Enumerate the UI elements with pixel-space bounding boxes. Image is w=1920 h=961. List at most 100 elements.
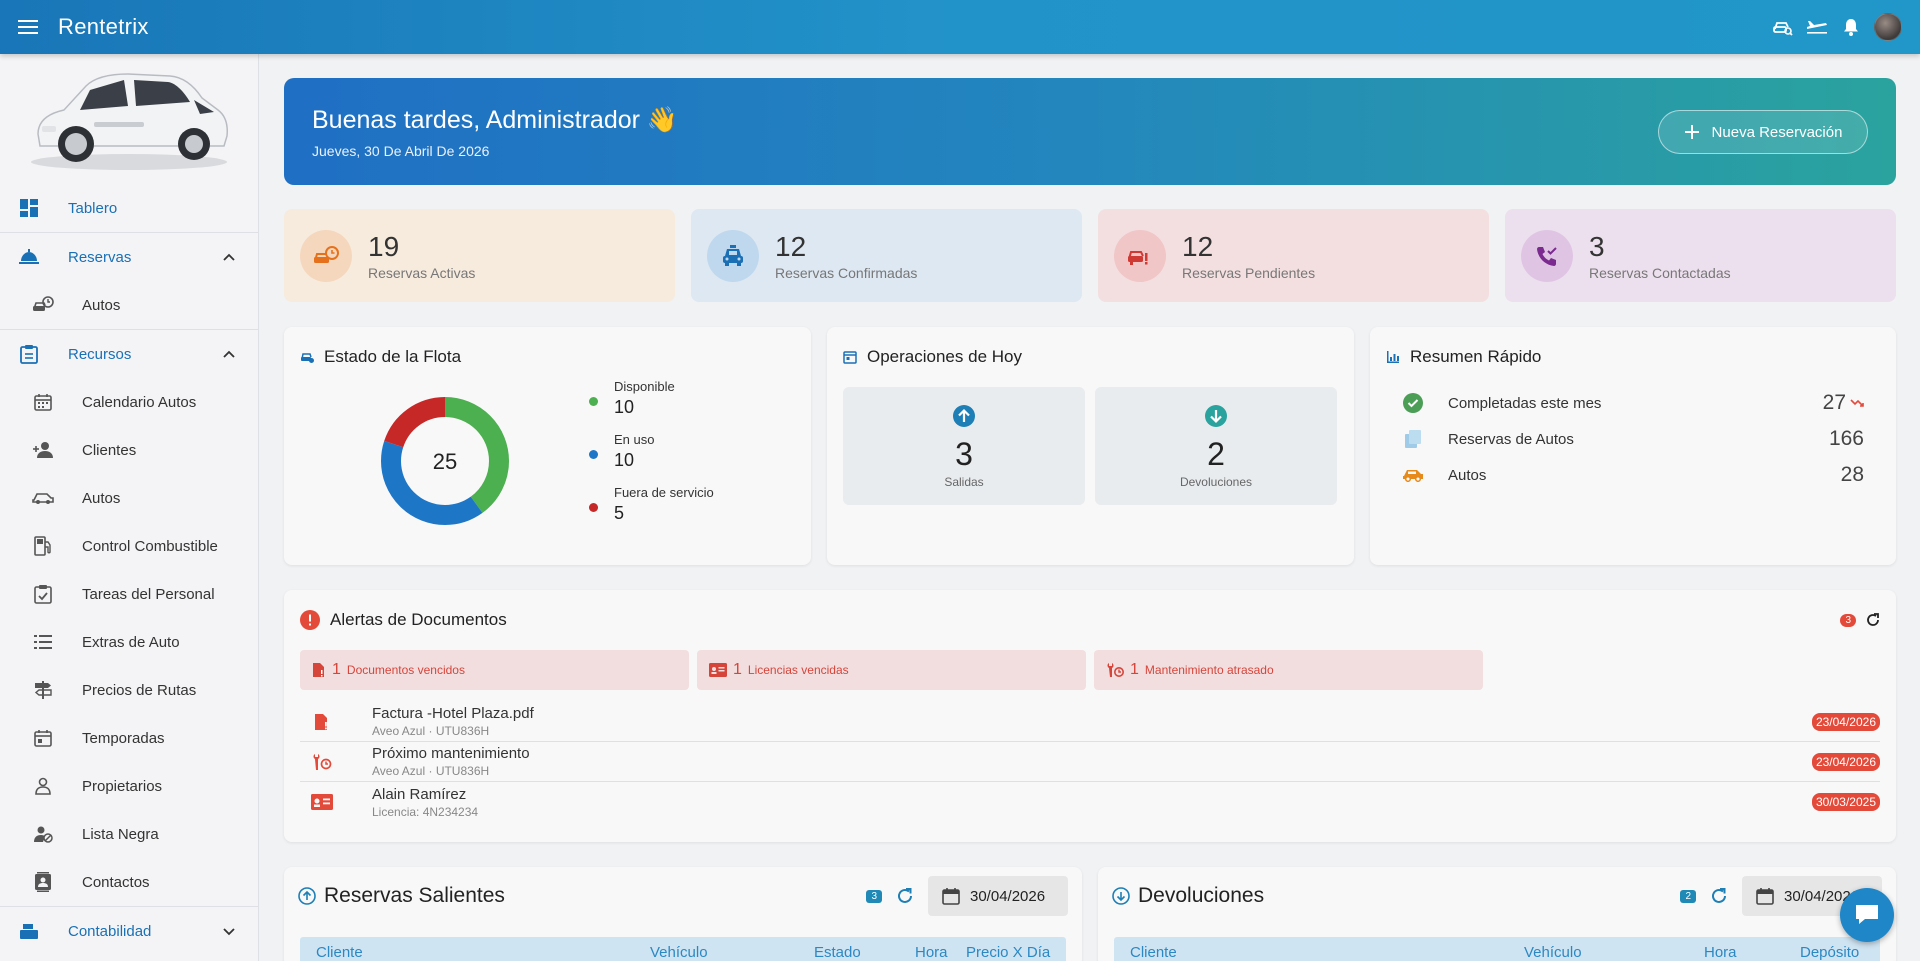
fleet-total: 25 <box>432 449 458 474</box>
stat-label: Reservas Activas <box>368 264 476 281</box>
column-header[interactable]: Precio X Día <box>966 944 1050 961</box>
sidebar-item-tablero[interactable]: Tablero <box>0 184 258 232</box>
document-alerts-card: Alertas de Documentos 3 1 Documentos venc… <box>284 590 1896 842</box>
alert-chip-expired-docs[interactable]: 1 Documentos vencidos <box>300 650 689 690</box>
stat-card-confirmadas[interactable]: 12 Reservas Confirmadas <box>691 209 1082 302</box>
sidebar-item-tareas-personal[interactable]: Tareas del Personal <box>0 570 258 618</box>
chat-button[interactable] <box>1840 888 1894 942</box>
column-header[interactable]: Vehículo <box>650 944 708 961</box>
column-header[interactable]: Vehículo <box>1524 944 1582 961</box>
alerts-title: Alertas de Documentos <box>330 610 507 629</box>
add-user-icon <box>32 439 54 461</box>
taxi-icon <box>707 229 759 282</box>
list-item[interactable]: Próximo mantenimiento Aveo Azul · UTU836H… <box>300 742 1880 782</box>
column-header[interactable]: Estado <box>814 944 861 961</box>
summary-row: Completadas este mes 27 <box>1402 391 1864 415</box>
column-header[interactable]: Hora <box>1704 944 1737 961</box>
sidebar-item-lista-negra[interactable]: Lista Negra <box>0 810 258 858</box>
departures-count: 3 <box>955 436 973 472</box>
sidebar-item-label: Autos <box>82 489 121 507</box>
avatar[interactable] <box>1874 13 1902 41</box>
new-reservation-button[interactable]: Nueva Reservación <box>1658 110 1868 154</box>
refresh-icon[interactable] <box>1866 613 1880 627</box>
sidebar-item-autos[interactable]: Autos <box>0 474 258 522</box>
sidebar-item-extras-auto[interactable]: Extras de Auto <box>0 618 258 666</box>
main-content: Buenas tardes, Administrador 👋 Jueves, 3… <box>284 78 1896 961</box>
chevron-up-icon[interactable] <box>222 250 236 264</box>
summary-row: Autos 28 <box>1402 463 1864 487</box>
sidebar-item-autos-reservas[interactable]: Autos <box>0 281 258 329</box>
outgoing-count: 3 <box>866 889 882 903</box>
plane-icon[interactable] <box>1806 16 1828 38</box>
outgoing-date-picker[interactable]: 30/04/2026 <box>928 876 1068 916</box>
sidebar-item-calendario-autos[interactable]: Calendario Autos <box>0 378 258 426</box>
calendar-icon <box>32 391 54 413</box>
top-bar: Rentetrix <box>0 0 1920 54</box>
outgoing-title: Reservas Salientes <box>324 884 505 907</box>
refresh-icon[interactable] <box>896 887 914 905</box>
greeting-title: Buenas tardes, Administrador 👋 <box>312 106 679 134</box>
car-search-icon[interactable] <box>1772 16 1794 38</box>
owner-icon <box>32 775 54 797</box>
bell-icon[interactable] <box>1840 16 1862 38</box>
new-reservation-label: Nueva Reservación <box>1711 123 1843 141</box>
welcome-banner: Buenas tardes, Administrador 👋 Jueves, 3… <box>284 78 1896 185</box>
returns-label: Devoluciones <box>1179 475 1253 489</box>
car-icon <box>32 487 54 509</box>
departures-box[interactable]: 3 Salidas <box>843 387 1085 505</box>
sidebar-item-clientes[interactable]: Clientes <box>0 426 258 474</box>
column-header[interactable]: Cliente <box>1130 944 1177 961</box>
sidebar-item-control-combustible[interactable]: Control Combustible <box>0 522 258 570</box>
cash-register-icon <box>18 920 40 942</box>
sidebar-item-temporadas[interactable]: Temporadas <box>0 714 258 762</box>
stat-card-contactadas[interactable]: 3 Reservas Contactadas <box>1505 209 1896 302</box>
stat-card-pendientes[interactable]: 12 Reservas Pendientes <box>1098 209 1489 302</box>
legend-item: Disponible 10 <box>589 379 714 418</box>
column-header[interactable]: Cliente <box>316 944 363 961</box>
sidebar-item-label: Tareas del Personal <box>82 585 215 603</box>
car-clock-icon <box>32 294 54 316</box>
fleet-title: Estado de la Flota <box>324 347 462 366</box>
bell-service-icon <box>18 246 40 268</box>
documents-icon <box>1402 428 1424 450</box>
column-header[interactable]: Depósito <box>1800 944 1859 961</box>
returns-count: 2 <box>1207 436 1225 472</box>
sidebar-item-contabilidad[interactable]: Contabilidad <box>0 907 258 955</box>
car-icon <box>1402 464 1424 486</box>
sidebar-item-contactos[interactable]: Contactos <box>0 858 258 906</box>
list-item[interactable]: Factura -Hotel Plaza.pdf Aveo Azul · UTU8… <box>300 702 1880 742</box>
alert-chip-expired-licenses[interactable]: 1 Licencias vencidas <box>697 650 1086 690</box>
document-alert-icon <box>313 663 324 677</box>
list-item[interactable]: Alain Ramírez Licencia: 4N234234 30/03/20… <box>300 782 1880 822</box>
legend-item: En uso 10 <box>589 432 714 471</box>
sidebar-item-label: Lista Negra <box>82 825 159 843</box>
sidebar-item-reservas[interactable]: Reservas <box>0 233 258 281</box>
arrow-up-circle-outline-icon <box>298 887 316 905</box>
sidebar-item-propietarios[interactable]: Propietarios <box>0 762 258 810</box>
sidebar-item-label: Extras de Auto <box>82 633 180 651</box>
car-alert-icon <box>1114 229 1166 282</box>
calendar-icon <box>1756 888 1774 905</box>
stat-label: Reservas Pendientes <box>1182 264 1316 281</box>
sidebar-item-precios-rutas[interactable]: Precios de Rutas <box>0 666 258 714</box>
sidebar-item-label: Autos <box>82 296 121 314</box>
stat-card-activas[interactable]: 19 Reservas Activas <box>284 209 675 302</box>
returns-box[interactable]: 2 Devoluciones <box>1095 387 1337 505</box>
sidebar-item-label: Calendario Autos <box>82 393 197 411</box>
menu-icon[interactable] <box>18 16 40 38</box>
chevron-up-icon[interactable] <box>222 347 236 361</box>
fuel-icon <box>32 535 54 557</box>
car-clock-icon <box>300 229 352 282</box>
sidebar-item-recursos[interactable]: Recursos <box>0 330 258 378</box>
trend-down-icon <box>1850 399 1864 407</box>
column-header[interactable]: Hora <box>915 944 948 961</box>
car-logo <box>0 54 258 184</box>
alert-chip-maintenance[interactable]: 1 Mantenimiento atrasado <box>1094 650 1483 690</box>
alert-circle-icon <box>300 610 320 630</box>
sidebar: Tablero Reservas Autos Recursos Calendar… <box>0 54 259 961</box>
chevron-down-icon[interactable] <box>222 924 236 938</box>
task-clipboard-icon <box>32 583 54 605</box>
sidebar-item-label: Reservas <box>68 248 132 266</box>
refresh-icon[interactable] <box>1710 887 1728 905</box>
sidebar-item-label: Contactos <box>82 873 150 891</box>
